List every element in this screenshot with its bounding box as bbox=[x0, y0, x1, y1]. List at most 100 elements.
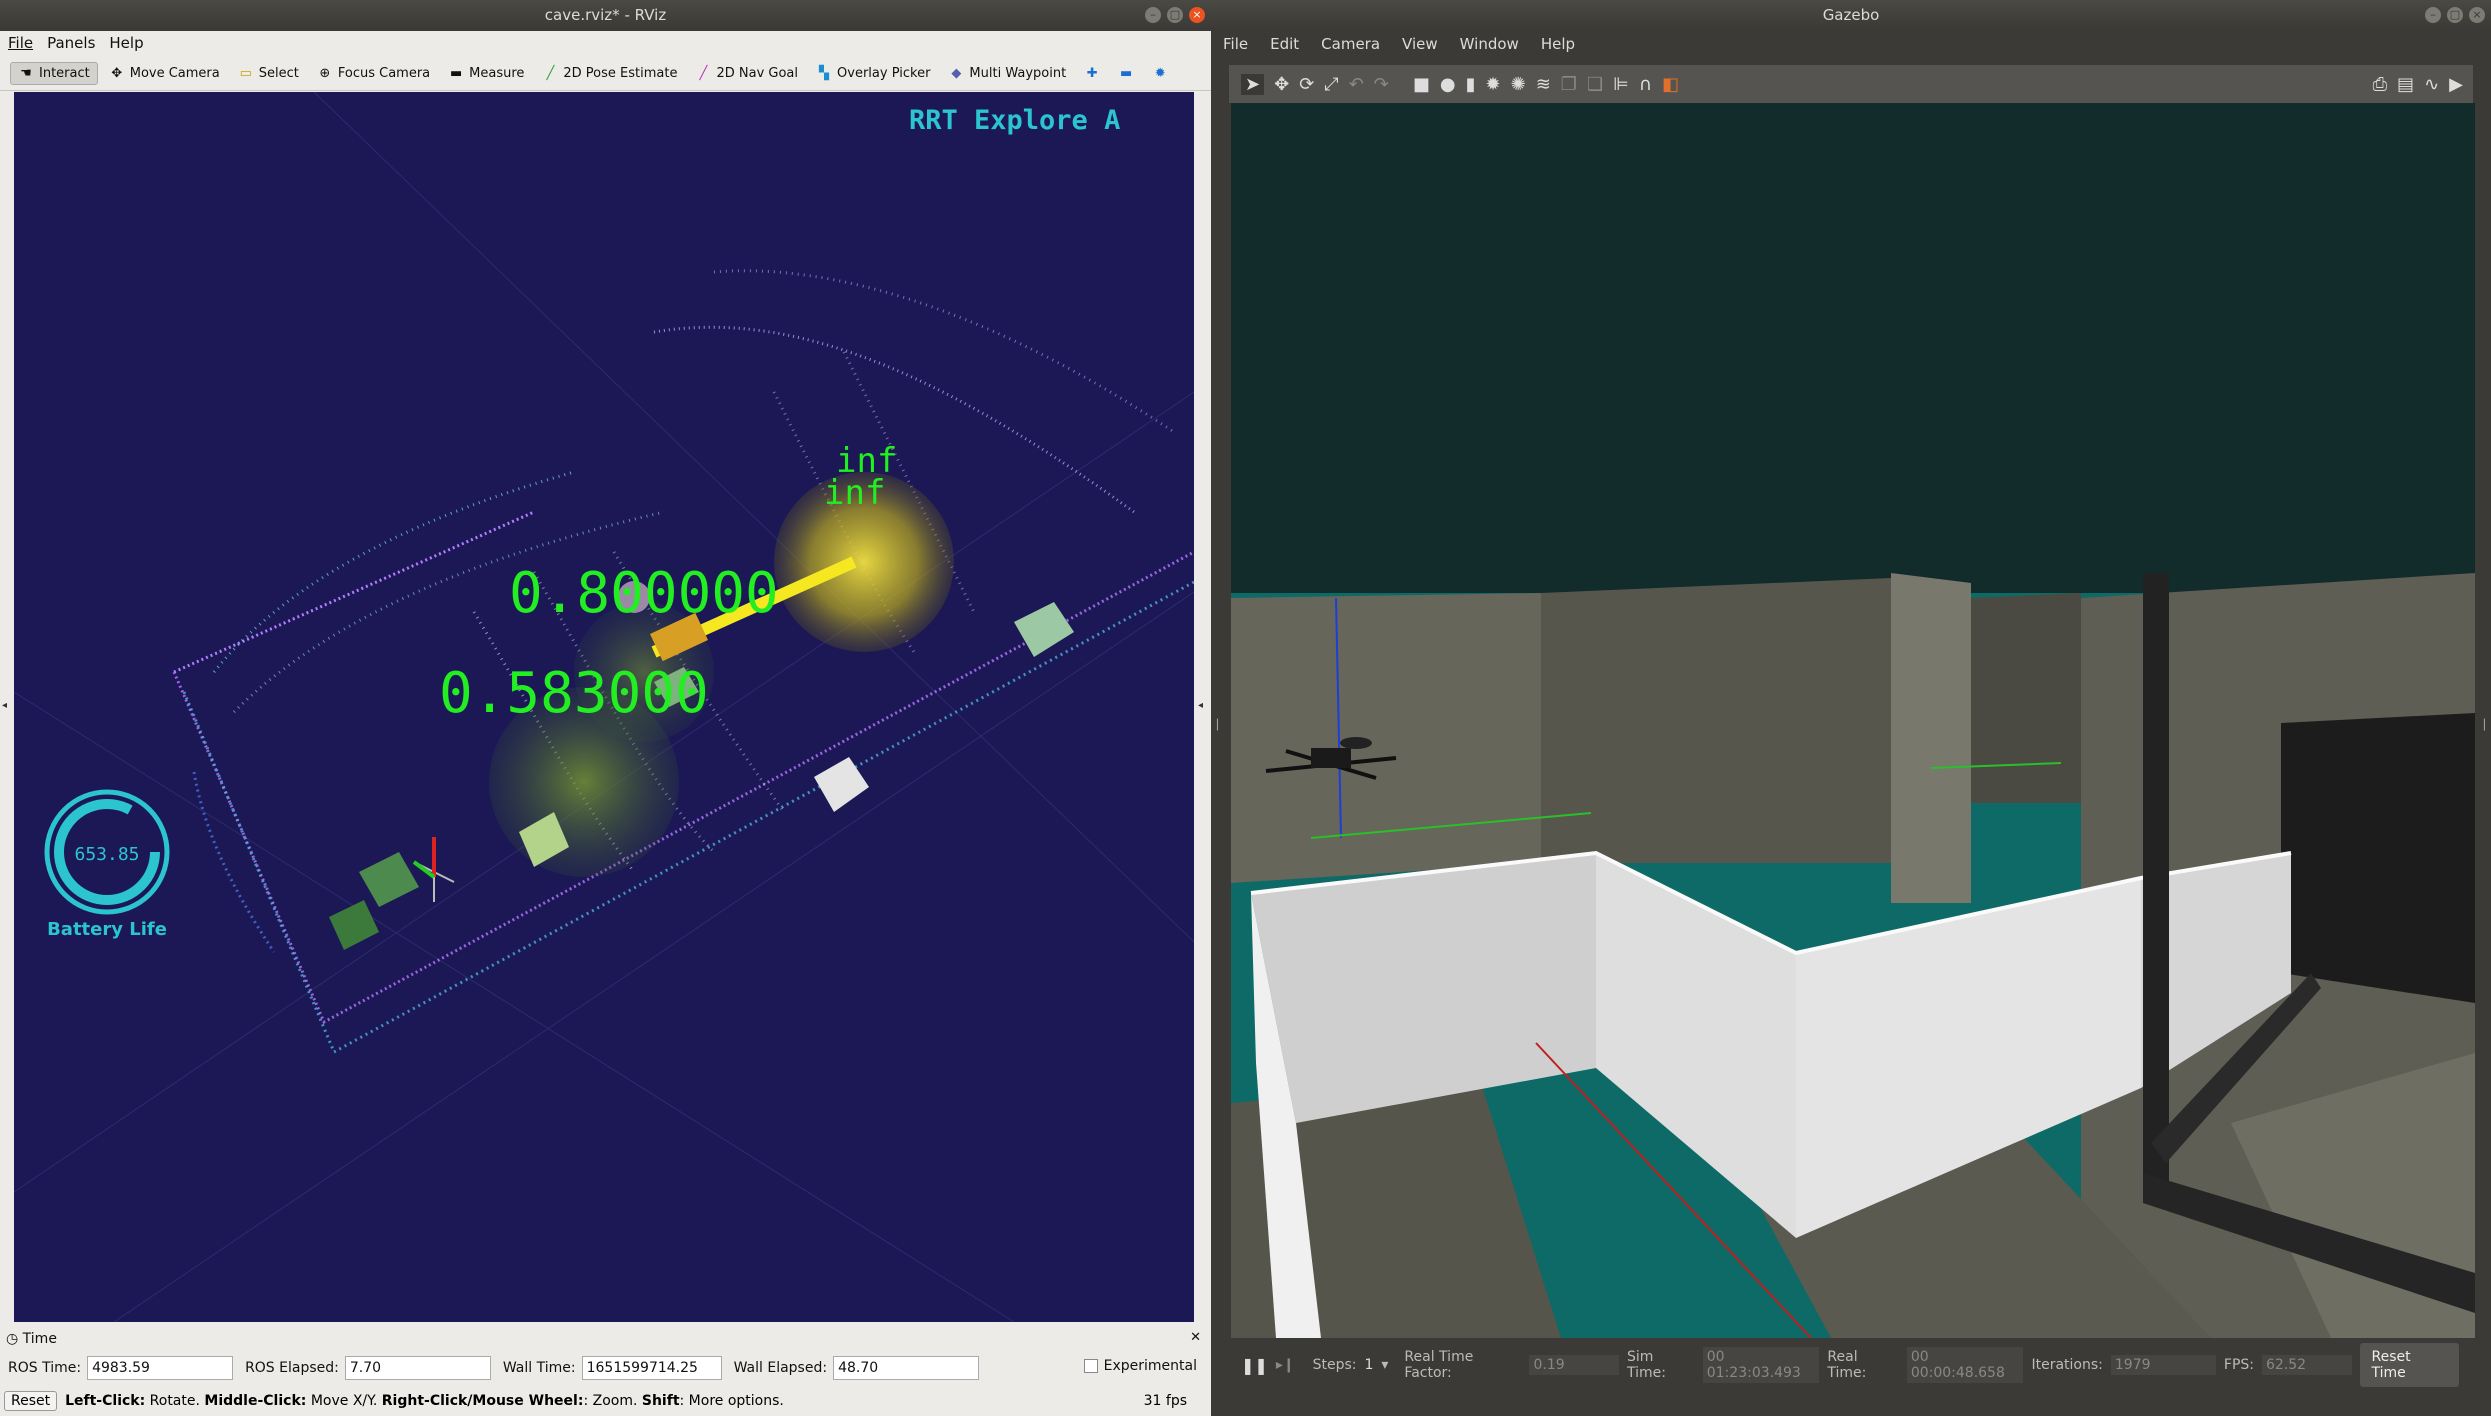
rviz-3d-view[interactable]: 0.800000 0.583000 inf inf RRT Explore A … bbox=[14, 92, 1194, 1322]
time-panel-title: Time bbox=[22, 1331, 57, 1347]
tool-measure[interactable]: ▬ Measure bbox=[441, 63, 531, 84]
log-icon[interactable]: ▤ bbox=[2397, 74, 2414, 95]
gazebo-scene bbox=[1231, 103, 2475, 1338]
sim-time-label: Sim Time: bbox=[1626, 1349, 1666, 1381]
gz-close-icon[interactable]: × bbox=[2469, 7, 2485, 23]
rviz-toolbar: ☚ Interact ✥ Move Camera ▭ Select ⊕ Focu… bbox=[0, 56, 1211, 91]
cost-label-b: 0.583000 bbox=[439, 661, 709, 726]
snap-icon[interactable]: ∩ bbox=[1639, 74, 1652, 95]
gz-right-panel-toggle-icon[interactable]: ▕ bbox=[2477, 720, 2485, 731]
align-icon[interactable]: ⊫ bbox=[1613, 74, 1629, 95]
nav-goal-arrow-icon: ╱ bbox=[699, 65, 708, 81]
hint-left-click: Left-Click: bbox=[65, 1393, 146, 1409]
gz-menu-camera[interactable]: Camera bbox=[1321, 31, 1380, 57]
overlay-picker-icon: ▚ bbox=[819, 65, 830, 81]
redo-icon[interactable]: ↷ bbox=[1374, 74, 1389, 95]
close-icon[interactable]: × bbox=[1189, 7, 1205, 23]
gz-left-panel-toggle-icon[interactable]: ▏ bbox=[1217, 720, 1225, 731]
wall-time-label: Wall Time: bbox=[502, 1360, 576, 1376]
hand-icon: ☚ bbox=[20, 65, 32, 81]
video-record-icon[interactable]: ▶ bbox=[2449, 74, 2463, 95]
ros-time-field[interactable]: 4983.59 bbox=[87, 1356, 234, 1380]
rtf-label: Real Time Factor: bbox=[1404, 1349, 1474, 1381]
real-time-label: Real Time: bbox=[1827, 1349, 1867, 1381]
left-panel-toggle-icon[interactable]: ◂ bbox=[2, 700, 7, 711]
steps-label: Steps: bbox=[1312, 1357, 1357, 1373]
maximize-icon[interactable]: □ bbox=[1167, 7, 1183, 23]
tool-overlay-picker[interactable]: ▚ Overlay Picker bbox=[809, 63, 937, 84]
rviz-window: cave.rviz* - RViz – □ × File Panels Help… bbox=[0, 0, 1211, 1416]
gazebo-bottom-bar: ❚❚ ▸❙ Steps: 1 ▾ Real Time Factor: 0.19 … bbox=[1229, 1342, 2473, 1388]
rviz-statusbar: Reset Left-Click: Rotate. Middle-Click: … bbox=[0, 1388, 1211, 1414]
undo-icon[interactable]: ↶ bbox=[1349, 74, 1364, 95]
rviz-fps: 31 fps bbox=[1143, 1393, 1187, 1409]
gz-menu-view[interactable]: View bbox=[1402, 31, 1438, 57]
menu-panels[interactable]: Panels bbox=[47, 31, 95, 55]
gear-icon: ✹ bbox=[1154, 65, 1166, 81]
remove-tool-button[interactable]: ▬ bbox=[1111, 63, 1141, 84]
tool-interact-label: Interact bbox=[39, 65, 90, 81]
point-light-icon[interactable]: ✹ bbox=[1486, 74, 1501, 95]
minimize-icon[interactable]: – bbox=[1145, 7, 1161, 23]
translate-icon[interactable]: ✥ bbox=[1274, 74, 1289, 95]
steps-dropdown-icon[interactable]: ▾ bbox=[1381, 1357, 1388, 1373]
copy-icon[interactable]: ❐ bbox=[1561, 74, 1577, 95]
experimental-option[interactable]: Experimental bbox=[1083, 1358, 1197, 1374]
overlay-title: RRT Explore A bbox=[909, 105, 1120, 136]
experimental-checkbox[interactable] bbox=[1083, 1359, 1098, 1373]
tool-2d-pose-estimate[interactable]: ╱ 2D Pose Estimate bbox=[535, 63, 684, 84]
pose-arrow-icon: ╱ bbox=[546, 65, 555, 81]
gazebo-titlebar: Gazebo – □ × bbox=[1211, 0, 2491, 31]
tool-interact[interactable]: ☚ Interact bbox=[10, 61, 98, 85]
tool-properties-button[interactable]: ✹ bbox=[1145, 63, 1175, 84]
gz-menu-help[interactable]: Help bbox=[1541, 31, 1575, 57]
steps-value[interactable]: 1 bbox=[1364, 1357, 1373, 1373]
tool-move-camera[interactable]: ✥ Move Camera bbox=[102, 63, 227, 84]
menu-file[interactable]: File bbox=[8, 31, 33, 55]
ros-elapsed-field[interactable]: 7.70 bbox=[344, 1356, 491, 1380]
box-shape-icon[interactable]: ■ bbox=[1413, 74, 1430, 95]
plot-icon[interactable]: ∿ bbox=[2424, 74, 2439, 95]
reset-button[interactable]: Reset bbox=[4, 1391, 58, 1411]
sphere-shape-icon[interactable]: ● bbox=[1440, 74, 1456, 95]
dark-post bbox=[2143, 573, 2169, 1193]
time-panel-header: ◷ Time bbox=[6, 1331, 57, 1347]
wall-time-field[interactable]: 1651599714.25 bbox=[581, 1356, 722, 1380]
tool-select-label: Select bbox=[258, 65, 299, 81]
screenshot-icon[interactable]: ⎙ bbox=[2373, 74, 2387, 95]
tool-focus-camera[interactable]: ⊕ Focus Camera bbox=[310, 63, 437, 84]
add-tool-button[interactable]: ✚ bbox=[1077, 63, 1107, 84]
tool-pose-label: 2D Pose Estimate bbox=[563, 65, 678, 81]
menu-help[interactable]: Help bbox=[109, 31, 143, 55]
reset-time-button[interactable]: Reset Time bbox=[2359, 1343, 2459, 1387]
waypoint-icon: ◆ bbox=[951, 65, 962, 81]
gz-maximize-icon[interactable]: □ bbox=[2447, 7, 2463, 23]
cylinder-shape-icon[interactable]: ▮ bbox=[1466, 74, 1476, 95]
tool-2d-nav-goal[interactable]: ╱ 2D Nav Goal bbox=[688, 63, 805, 84]
gz-menu-edit[interactable]: Edit bbox=[1270, 31, 1299, 57]
gz-menu-file[interactable]: File bbox=[1223, 31, 1248, 57]
gz-minimize-icon[interactable]: – bbox=[2425, 7, 2441, 23]
pause-icon[interactable]: ❚❚ bbox=[1241, 1356, 1268, 1375]
paste-icon[interactable]: ❑ bbox=[1587, 74, 1603, 95]
view-angle-icon[interactable]: ◧ bbox=[1662, 74, 1679, 95]
ruler-icon: ▬ bbox=[449, 65, 463, 81]
directional-light-icon[interactable]: ≋ bbox=[1536, 74, 1551, 95]
battery-value: 653.85 bbox=[74, 844, 139, 865]
step-icon[interactable]: ▸❙ bbox=[1276, 1357, 1295, 1373]
scale-icon[interactable]: ⤢ bbox=[1324, 74, 1338, 95]
right-panel-toggle-icon[interactable]: ◂ bbox=[1198, 700, 1203, 711]
gz-menu-window[interactable]: Window bbox=[1460, 31, 1519, 57]
spot-light-icon[interactable]: ✺ bbox=[1511, 74, 1526, 95]
rotate-icon[interactable]: ⟳ bbox=[1299, 74, 1314, 95]
time-fields-row: ROS Time: 4983.59 ROS Elapsed: 7.70 Wall… bbox=[8, 1356, 980, 1380]
gazebo-window-title: Gazebo bbox=[1822, 6, 1880, 24]
move-camera-icon: ✥ bbox=[111, 65, 123, 81]
gazebo-3d-view[interactable] bbox=[1231, 103, 2475, 1338]
select-arrow-icon[interactable]: ➤ bbox=[1241, 73, 1265, 95]
tool-select[interactable]: ▭ Select bbox=[231, 63, 306, 84]
wall-elapsed-field[interactable]: 48.70 bbox=[833, 1356, 980, 1380]
tool-multi-waypoint[interactable]: ◆ Multi Waypoint bbox=[941, 63, 1073, 84]
tool-overlay-picker-label: Overlay Picker bbox=[837, 65, 931, 81]
time-panel-close-icon[interactable]: ✕ bbox=[1190, 1330, 1201, 1345]
